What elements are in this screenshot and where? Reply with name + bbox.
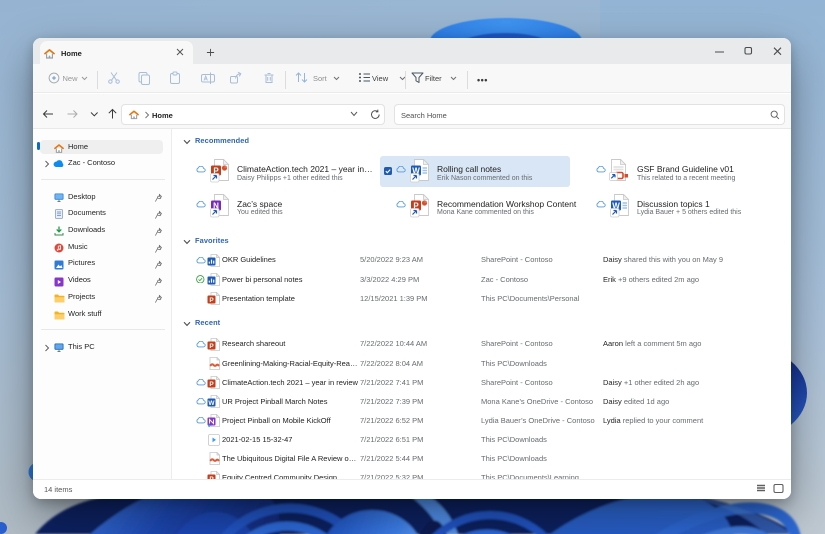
- svg-text:P: P: [209, 343, 214, 350]
- svg-text:W: W: [208, 400, 215, 407]
- svg-text:P: P: [209, 297, 214, 304]
- svg-text:P: P: [209, 381, 214, 388]
